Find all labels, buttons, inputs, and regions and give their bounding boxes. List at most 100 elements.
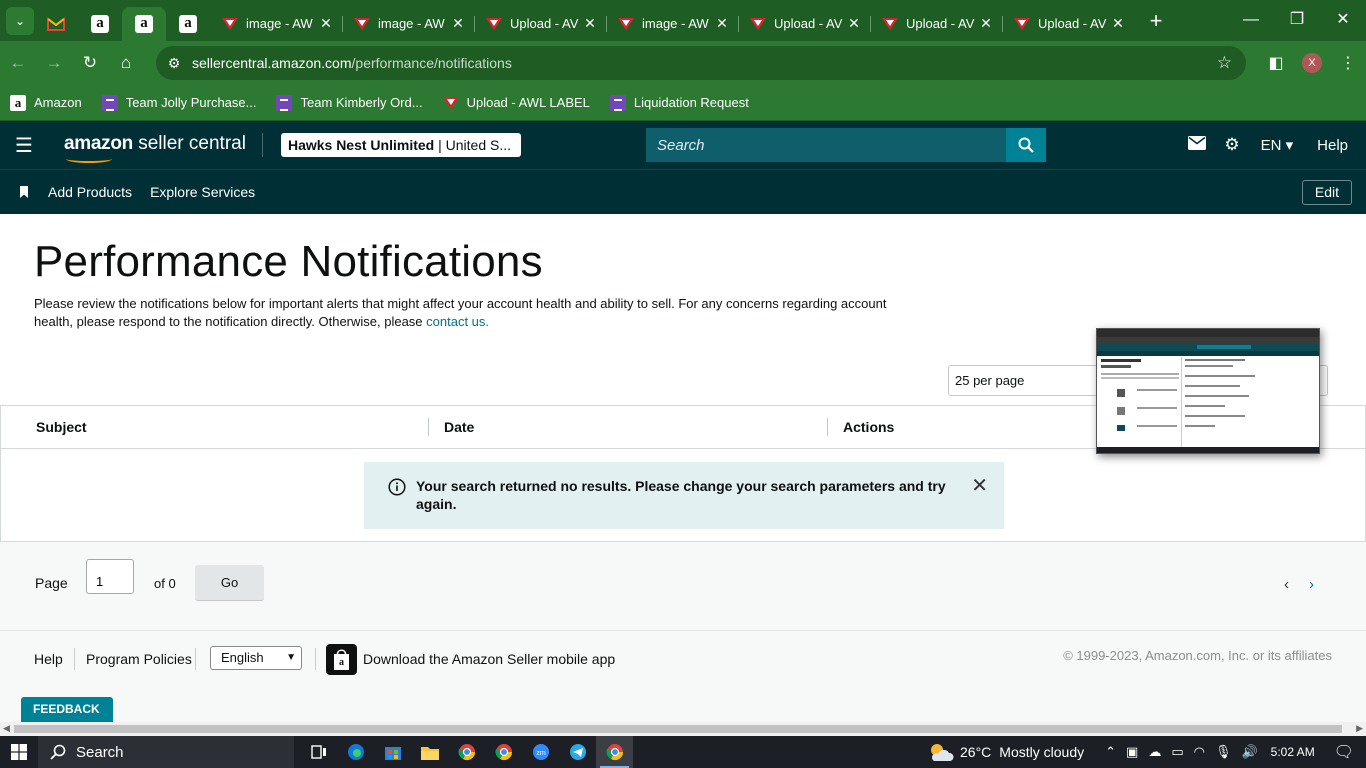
address-bar[interactable]: ⚙ sellercentral.amazon.com/performance/n… [156, 46, 1246, 80]
scroll-left-icon[interactable]: ◀ [3, 723, 10, 734]
search-button[interactable] [1006, 128, 1046, 162]
browser-tab[interactable]: Upload - AV ✕ [1002, 7, 1134, 41]
bookmark-liquidation[interactable]: Liquidation Request [609, 94, 749, 111]
notifications-icon[interactable]: 🗨 [1334, 742, 1354, 762]
speaker-icon[interactable]: 🔊 [1241, 744, 1257, 760]
contact-us-link[interactable]: contact us. [426, 314, 489, 329]
close-tab-icon[interactable]: ✕ [582, 15, 598, 32]
reload-icon[interactable]: ↻ [72, 53, 108, 73]
cloud-icon[interactable]: ☁ [1148, 744, 1161, 760]
gear-icon[interactable]: ⚙ [1224, 135, 1239, 155]
side-panel-icon[interactable]: ◧ [1258, 53, 1294, 73]
bookmark-upload-awl[interactable]: Upload - AWL LABEL [442, 95, 590, 110]
scroll-right-icon[interactable]: ▶ [1356, 723, 1363, 734]
tab-search-button[interactable]: ⌄ [6, 6, 34, 35]
restore-icon[interactable]: ❐ [1274, 0, 1320, 41]
zoom-icon[interactable]: zm [522, 736, 559, 768]
profile-avatar[interactable]: X [1302, 53, 1322, 73]
feedback-button[interactable]: FEEDBACK ✕ [21, 697, 113, 741]
kebab-menu-icon[interactable]: ⋮ [1330, 53, 1366, 73]
column-subject[interactable]: Subject [36, 419, 87, 435]
minimize-icon[interactable]: — [1228, 0, 1274, 41]
edge-icon[interactable] [337, 736, 374, 768]
clock[interactable]: 5:02 AM [1271, 745, 1315, 759]
close-tab-icon[interactable]: ✕ [714, 15, 730, 32]
horizontal-scrollbar[interactable]: ◀ ▶ [0, 722, 1366, 736]
meet-icon[interactable]: ▣ [1126, 744, 1138, 760]
footer-help-link[interactable]: Help [34, 651, 63, 667]
footer-language-select[interactable]: English ▼ [210, 646, 302, 670]
app-bag-glyph: a [334, 649, 349, 670]
red-triangle-icon [354, 17, 370, 30]
copyright: © 1999-2023, Amazon.com, Inc. or its aff… [1063, 648, 1332, 663]
chevron-up-icon[interactable]: ⌃ [1105, 744, 1116, 760]
store-switcher[interactable]: Hawks Nest Unlimited | United S... [280, 133, 521, 157]
browser-tab[interactable]: Upload - AV ✕ [870, 7, 1002, 41]
edit-button[interactable]: Edit [1301, 180, 1352, 205]
new-tab-button[interactable]: + [1140, 8, 1172, 34]
browser-tab[interactable]: image - AW ✕ [210, 7, 342, 41]
close-tab-icon[interactable]: ✕ [978, 15, 994, 32]
browser-tab[interactable]: Upload - AV ✕ [474, 7, 606, 41]
pinned-tab-gmail[interactable] [34, 7, 78, 41]
monitor-icon[interactable]: ▭ [1171, 744, 1183, 760]
telegram-icon[interactable] [559, 736, 596, 768]
add-products-link[interactable]: Add Products [48, 184, 132, 200]
pinned-tab-amazon-1[interactable]: a [78, 7, 122, 41]
windows-start-icon[interactable] [0, 744, 38, 760]
browser-tab[interactable]: image - AW ✕ [342, 7, 474, 41]
bookmark-team-kimberly[interactable]: Team Kimberly Ord... [276, 94, 423, 111]
bookmark-ribbon-icon[interactable] [0, 186, 48, 198]
bookmark-amazon[interactable]: a Amazon [10, 94, 82, 111]
chrome-glyph [457, 744, 475, 761]
task-view-icon[interactable] [300, 736, 337, 768]
footer-divider [74, 648, 75, 670]
scrollbar-thumb[interactable] [14, 725, 1342, 733]
file-explorer-icon[interactable] [411, 736, 448, 768]
chrome-profile-icon[interactable] [485, 736, 522, 768]
taskbar-search[interactable]: Search [38, 736, 294, 768]
site-settings-icon[interactable]: ⚙ [156, 55, 192, 72]
bookmark-star-icon[interactable]: ☆ [1217, 53, 1232, 73]
hamburger-menu-icon[interactable]: ☰ [0, 133, 48, 158]
column-date[interactable]: Date [444, 419, 474, 435]
browser-tab[interactable]: Upload - AV ✕ [738, 7, 870, 41]
mail-icon[interactable] [1188, 135, 1207, 155]
go-button[interactable]: Go [195, 565, 264, 601]
help-link[interactable]: Help [1317, 137, 1348, 154]
screenshot-thumbnail[interactable] [1096, 328, 1320, 454]
download-app-link[interactable]: Download the Amazon Seller mobile app [363, 651, 615, 667]
page-number-input[interactable] [86, 559, 134, 594]
pinned-tab-amazon-active[interactable]: a [122, 6, 166, 41]
chrome-active-icon[interactable] [596, 736, 633, 768]
wifi-icon[interactable]: ◠ [1194, 744, 1205, 760]
pagination-bar: Page of 0 Go ‹ › [0, 542, 1366, 631]
previous-page-icon[interactable]: ‹ [1284, 576, 1289, 593]
program-policies-link[interactable]: Program Policies [86, 651, 202, 667]
close-icon[interactable]: ✕ [971, 476, 988, 496]
pinned-tab-amazon-2[interactable]: a [166, 7, 210, 41]
seller-central-logo[interactable]: amazon seller central [48, 133, 263, 163]
bookmark-team-jolly[interactable]: Team Jolly Purchase... [101, 94, 256, 111]
amazon-app-icon[interactable]: a [326, 644, 357, 675]
browser-tab[interactable]: image - AW ✕ [606, 7, 738, 41]
back-arrow-icon[interactable]: ← [0, 53, 36, 73]
close-tab-icon[interactable]: ✕ [1110, 15, 1126, 32]
language-selector[interactable]: EN ▾ [1261, 136, 1294, 154]
microphone-icon[interactable]: 🎙 [1215, 744, 1232, 760]
forward-arrow-icon[interactable]: → [36, 53, 72, 73]
weather-widget[interactable]: 26°C Mostly cloudy [928, 742, 1084, 762]
explore-services-link[interactable]: Explore Services [150, 184, 255, 200]
column-divider [827, 418, 828, 436]
close-tab-icon[interactable]: ✕ [450, 15, 466, 32]
chrome-icon[interactable] [448, 736, 485, 768]
next-page-icon[interactable]: › [1309, 576, 1314, 593]
store-icon[interactable] [374, 736, 411, 768]
close-tab-icon[interactable]: ✕ [318, 15, 334, 32]
close-tab-icon[interactable]: ✕ [846, 15, 862, 32]
close-window-icon[interactable]: ✕ [1320, 0, 1366, 41]
home-icon[interactable]: ⌂ [108, 53, 144, 73]
browser-tabstrip: ⌄ a a a image - AW ✕ image - AW ✕ Upload… [0, 0, 1366, 41]
chrome-glyph [605, 744, 623, 761]
search-input[interactable] [646, 128, 1006, 162]
